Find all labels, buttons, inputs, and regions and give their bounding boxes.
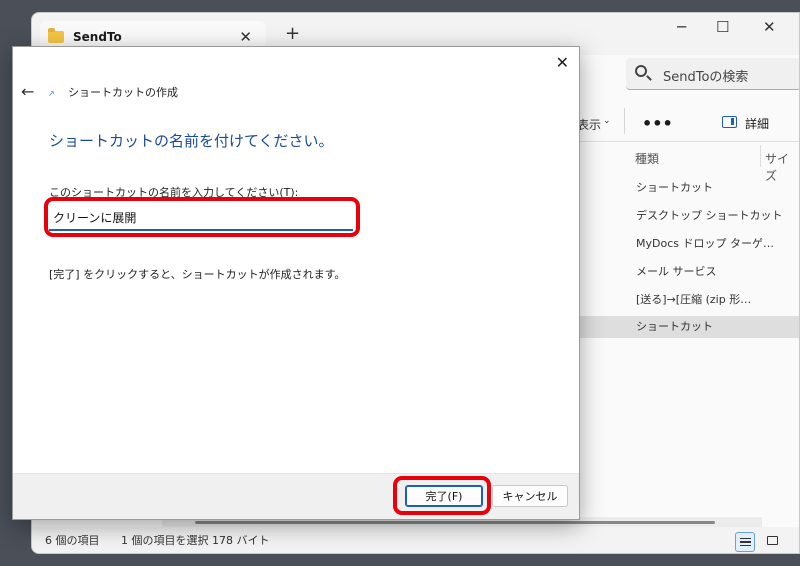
tab-title: SendTo bbox=[73, 30, 122, 44]
file-row-selected[interactable]: ショートカット bbox=[580, 316, 799, 338]
search-icon bbox=[635, 65, 647, 77]
minimize-icon[interactable]: ─ bbox=[677, 18, 686, 36]
folder-icon bbox=[48, 28, 64, 43]
page-heading: ショートカットの名前を付けてください。 bbox=[49, 132, 334, 150]
file-row[interactable]: [送る]→[圧縮 (zip 形… bbox=[580, 289, 799, 311]
dialog-title: ショートカットの作成 bbox=[68, 86, 178, 99]
status-bar: 6 個の項目 1 個の項目を選択 178 バイト bbox=[32, 527, 799, 553]
finish-highlight-annotation bbox=[393, 476, 491, 515]
search-box[interactable]: SendToの検索 bbox=[626, 58, 799, 90]
file-row[interactable]: メール サービス bbox=[580, 261, 799, 283]
maximize-icon[interactable]: ☐ bbox=[716, 18, 729, 36]
chevron-down-icon: ⌄ bbox=[603, 116, 611, 126]
file-row[interactable]: デスクトップ ショートカット bbox=[580, 205, 799, 227]
details-button[interactable]: 詳細 bbox=[745, 115, 769, 132]
close-icon[interactable]: ✕ bbox=[556, 53, 569, 72]
details-pane-icon[interactable] bbox=[722, 116, 737, 128]
cancel-button[interactable]: キャンセル bbox=[492, 485, 568, 507]
scrollbar-thumb[interactable] bbox=[195, 521, 715, 524]
close-window-icon[interactable]: ✕ bbox=[763, 18, 776, 36]
selection-info: 1 個の項目を選択 178 バイト bbox=[121, 534, 270, 547]
details-view-button[interactable] bbox=[735, 532, 755, 552]
close-tab-icon[interactable]: ✕ bbox=[239, 28, 252, 46]
column-divider[interactable] bbox=[760, 145, 761, 167]
item-count: 6 個の項目 bbox=[45, 534, 100, 547]
more-options-icon[interactable]: ••• bbox=[642, 114, 673, 133]
finish-hint-text: [完了] をクリックすると、ショートカットが作成されます。 bbox=[49, 268, 346, 281]
file-row[interactable]: ショートカット bbox=[580, 177, 799, 199]
view-menu[interactable]: 表示 bbox=[577, 116, 601, 133]
tiles-view-button[interactable] bbox=[763, 532, 783, 552]
create-shortcut-dialog: ✕ ← ↗ ショートカットの作成 ショートカットの名前を付けてください。 このシ… bbox=[12, 46, 580, 520]
search-placeholder: SendToの検索 bbox=[663, 70, 749, 85]
list-view-icon bbox=[740, 538, 751, 546]
new-tab-icon[interactable]: + bbox=[285, 23, 300, 44]
toolbar-divider bbox=[624, 108, 625, 134]
column-header-type[interactable]: 種類 bbox=[635, 150, 659, 167]
shortcut-icon: ↗ bbox=[48, 89, 55, 98]
input-highlight-annotation bbox=[44, 197, 360, 237]
back-arrow-icon[interactable]: ← bbox=[21, 82, 34, 101]
file-row[interactable]: MyDocs ドロップ ターゲ… bbox=[580, 233, 799, 255]
tiles-view-icon bbox=[767, 536, 778, 545]
